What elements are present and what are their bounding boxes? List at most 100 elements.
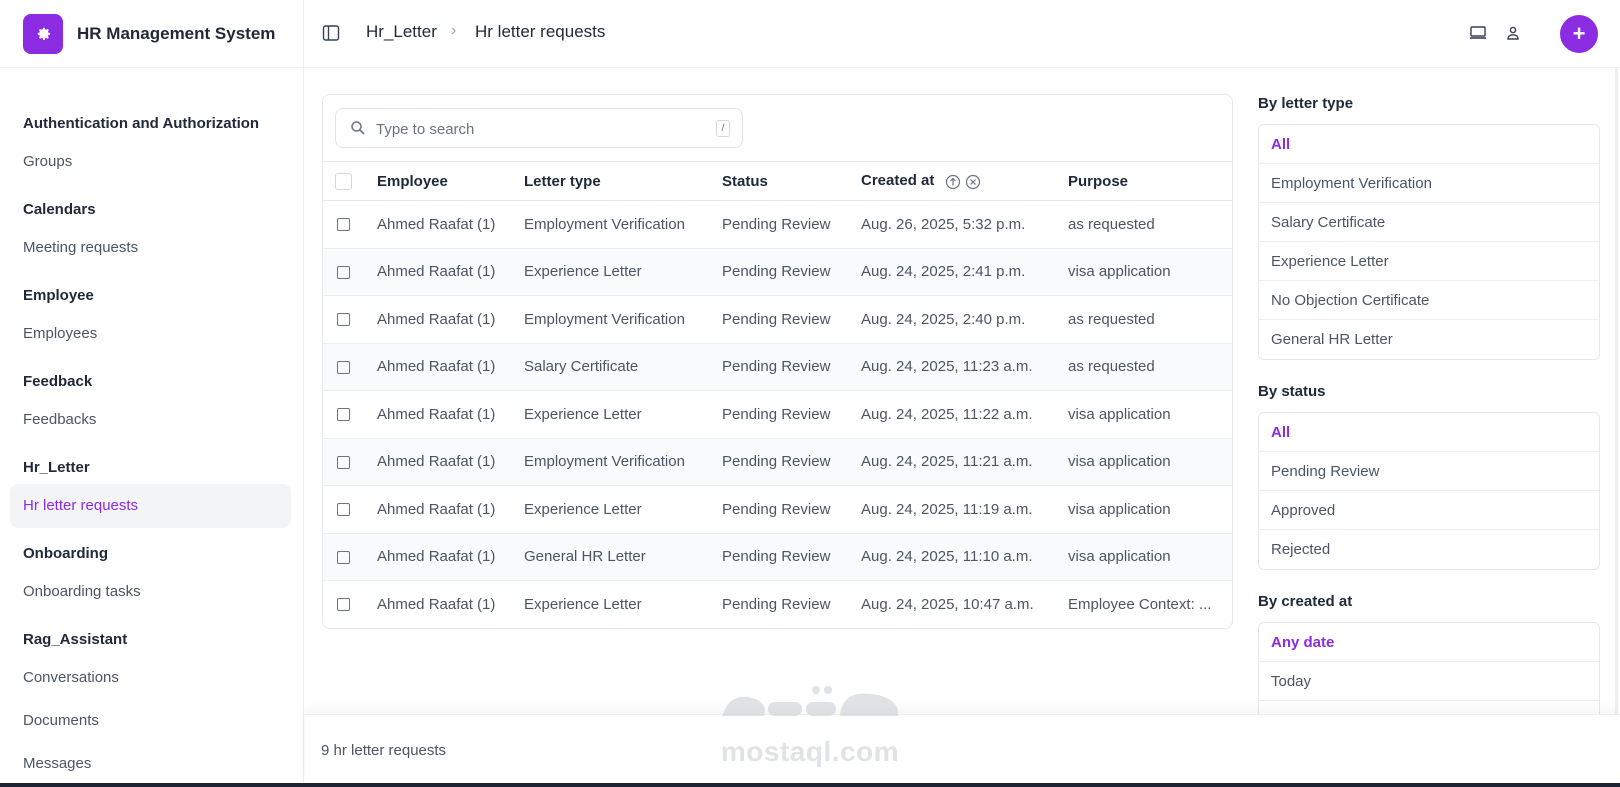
- cell-employee[interactable]: Ahmed Raafat (1): [377, 580, 524, 628]
- add-button[interactable]: +: [1560, 15, 1598, 53]
- user-icon[interactable]: [1502, 22, 1524, 44]
- search-box[interactable]: /: [335, 108, 743, 148]
- cell-employee[interactable]: Ahmed Raafat (1): [377, 200, 524, 249]
- results-count: 9 hr letter requests: [321, 742, 447, 759]
- search-input[interactable]: [376, 117, 696, 141]
- nav-group-heading: Authentication and Authorization: [23, 115, 260, 132]
- app-logo-icon: [23, 13, 63, 54]
- cell-status: Pending Review: [722, 390, 861, 439]
- cell-employee[interactable]: Ahmed Raafat (1): [377, 248, 524, 296]
- row-checkbox[interactable]: [337, 360, 350, 374]
- clear-sort-icon[interactable]: [965, 174, 981, 190]
- row-checkbox-cell: [323, 295, 377, 344]
- cell-letter-type: Employment Verification: [524, 438, 722, 486]
- table-row[interactable]: Ahmed Raafat (1) Salary Certificate Pendin…: [323, 343, 1232, 391]
- page-scrollbar[interactable]: [1615, 68, 1618, 758]
- column-status[interactable]: Status: [722, 161, 861, 201]
- cell-letter-type: Employment Verification: [524, 200, 722, 249]
- row-checkbox[interactable]: [337, 408, 350, 422]
- cell-employee[interactable]: Ahmed Raafat (1): [377, 295, 524, 344]
- row-checkbox[interactable]: [337, 503, 350, 517]
- letter-requests-table: Employee Letter type Status Created at P…: [323, 161, 1232, 628]
- table-row[interactable]: Ahmed Raafat (1) Experience Letter Pending…: [323, 580, 1232, 628]
- column-created-at[interactable]: Created at: [861, 161, 1068, 201]
- column-employee[interactable]: Employee: [377, 161, 524, 201]
- nav-group-heading: Employee: [23, 287, 94, 304]
- bottom-strip: [0, 783, 1620, 787]
- column-created-at-label: Created at: [861, 172, 935, 190]
- table-row[interactable]: Ahmed Raafat (1) Employment Verification P…: [323, 438, 1232, 486]
- sort-icon[interactable]: [945, 174, 961, 190]
- cell-employee[interactable]: Ahmed Raafat (1): [377, 343, 524, 391]
- filter-option[interactable]: General HR Letter: [1259, 320, 1599, 359]
- cell-created-at: Aug. 24, 2025, 2:41 p.m.: [861, 248, 1068, 296]
- filter-option[interactable]: Approved: [1259, 491, 1599, 530]
- monitor-icon[interactable]: [1467, 22, 1489, 44]
- row-checkbox[interactable]: [337, 218, 350, 232]
- sidebar-item[interactable]: Feedbacks: [10, 398, 291, 442]
- breadcrumb-app[interactable]: Hr_Letter: [366, 22, 437, 42]
- row-checkbox[interactable]: [337, 265, 350, 279]
- row-checkbox[interactable]: [337, 550, 350, 564]
- cell-purpose: visa application: [1068, 390, 1232, 439]
- filter-option[interactable]: Pending Review: [1259, 452, 1599, 491]
- cell-purpose: visa application: [1068, 438, 1232, 486]
- cell-letter-type: Employment Verification: [524, 295, 722, 344]
- row-checkbox[interactable]: [337, 598, 350, 612]
- filter-option[interactable]: Experience Letter: [1259, 242, 1599, 281]
- table-row[interactable]: Ahmed Raafat (1) Experience Letter Pending…: [323, 485, 1232, 534]
- filter-option[interactable]: Salary Certificate: [1259, 203, 1599, 242]
- cell-employee[interactable]: Ahmed Raafat (1): [377, 438, 524, 486]
- cell-created-at: Aug. 24, 2025, 10:47 a.m.: [861, 580, 1068, 628]
- column-purpose[interactable]: Purpose: [1068, 161, 1232, 201]
- table-row[interactable]: Ahmed Raafat (1) Experience Letter Pending…: [323, 390, 1232, 439]
- sidebar-item[interactable]: Messages: [10, 742, 291, 786]
- sidebar-item[interactable]: Conversations: [10, 656, 291, 700]
- results-card: / Employee Letter type Status Created at…: [322, 94, 1233, 629]
- cell-employee[interactable]: Ahmed Raafat (1): [377, 390, 524, 439]
- filter-option[interactable]: All: [1259, 125, 1599, 164]
- filter-option[interactable]: No Objection Certificate: [1259, 281, 1599, 320]
- nav-group-heading: Rag_Assistant: [23, 631, 128, 648]
- brand[interactable]: HR Management System: [0, 0, 303, 68]
- cell-status: Pending Review: [722, 438, 861, 486]
- nav-group: Authentication and Authorization Groups: [0, 112, 303, 198]
- filter-option[interactable]: All: [1259, 413, 1599, 452]
- toggle-sidebar-icon[interactable]: [322, 24, 340, 42]
- filter-option[interactable]: Any date: [1259, 623, 1599, 662]
- watermark: mostaql.com: [712, 672, 908, 772]
- cell-status: Pending Review: [722, 533, 861, 581]
- sidebar-item[interactable]: Groups: [10, 140, 291, 184]
- sidebar-item[interactable]: Hr letter requests: [10, 484, 291, 528]
- cell-employee[interactable]: Ahmed Raafat (1): [377, 485, 524, 534]
- table-row[interactable]: Ahmed Raafat (1) General HR Letter Pending…: [323, 533, 1232, 581]
- table-row[interactable]: Ahmed Raafat (1) Experience Letter Pending…: [323, 248, 1232, 296]
- cell-purpose: visa application: [1068, 248, 1232, 296]
- filter-option[interactable]: Today: [1259, 662, 1599, 701]
- filter-title-status: By status: [1258, 383, 1326, 400]
- sidebar-item[interactable]: Documents: [10, 699, 291, 743]
- filter-list-status: All Pending Review Approved Rejected: [1258, 412, 1600, 570]
- select-all-checkbox[interactable]: [335, 172, 352, 190]
- row-checkbox[interactable]: [337, 313, 350, 327]
- sidebar-item[interactable]: Meeting requests: [10, 226, 291, 270]
- filters-panel: By letter type All Employment Verification…: [1258, 92, 1600, 787]
- cell-created-at: Aug. 24, 2025, 11:21 a.m.: [861, 438, 1068, 486]
- column-letter-type[interactable]: Letter type: [524, 161, 722, 201]
- nav-group: Rag_Assistant Conversations Documents Messa…: [0, 628, 303, 787]
- filter-option[interactable]: Rejected: [1259, 530, 1599, 569]
- table-row[interactable]: Ahmed Raafat (1) Employment Verification P…: [323, 295, 1232, 344]
- cell-letter-type: Experience Letter: [524, 580, 722, 628]
- cell-purpose: as requested: [1068, 343, 1232, 391]
- filter-option[interactable]: Employment Verification: [1259, 164, 1599, 203]
- cell-employee[interactable]: Ahmed Raafat (1): [377, 533, 524, 581]
- nav-group-heading: Onboarding: [23, 545, 108, 562]
- row-checkbox-cell: [323, 200, 377, 249]
- cell-status: Pending Review: [722, 485, 861, 534]
- sidebar-item[interactable]: Onboarding tasks: [10, 570, 291, 614]
- table-row[interactable]: Ahmed Raafat (1) Employment Verification P…: [323, 200, 1232, 249]
- cell-status: Pending Review: [722, 343, 861, 391]
- sidebar-item[interactable]: Employees: [10, 312, 291, 356]
- filter-title-created-at: By created at: [1258, 593, 1353, 610]
- row-checkbox[interactable]: [337, 455, 350, 469]
